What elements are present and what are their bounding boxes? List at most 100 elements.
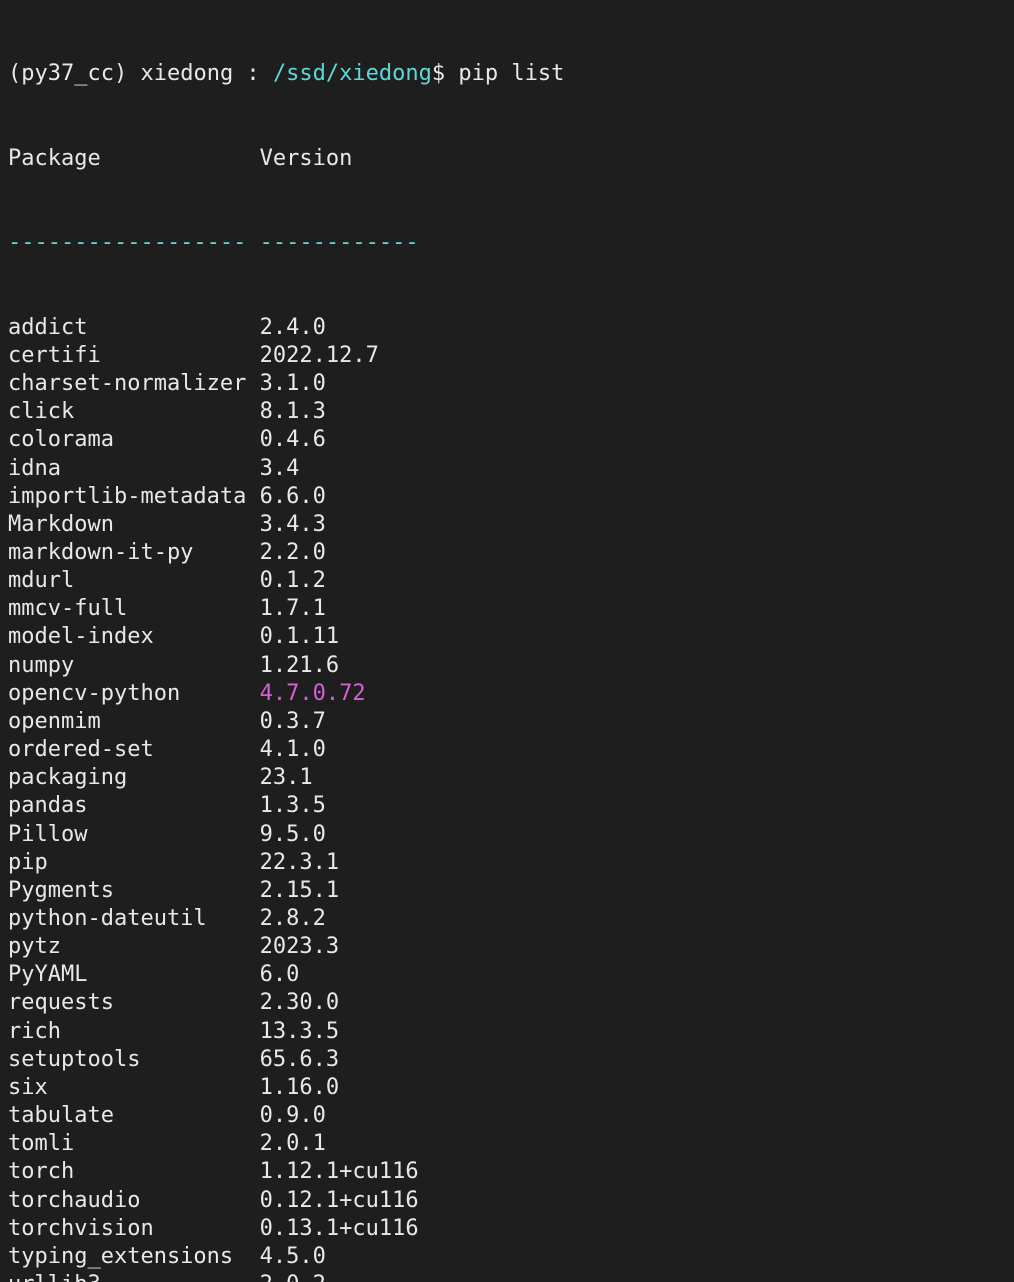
table-row: rich13.3.5 [8, 1018, 1006, 1046]
table-row: markdown-it-py2.2.0 [8, 539, 1006, 567]
package-name: importlib-metadata [8, 483, 260, 511]
package-name: torchvision [8, 1215, 260, 1243]
cwd-path: /ssd/xiedong [273, 61, 432, 86]
prompt-dollar: $ [432, 61, 445, 86]
package-name: mmcv-full [8, 595, 260, 623]
env-name: (py37_cc) [8, 61, 127, 86]
package-version: 0.9.0 [260, 1102, 326, 1130]
user-name: xiedong [140, 61, 233, 86]
package-version: 1.3.5 [260, 792, 326, 820]
package-version: 23.1 [260, 764, 313, 792]
package-name: packaging [8, 764, 260, 792]
package-name: certifi [8, 342, 260, 370]
package-name: Markdown [8, 511, 260, 539]
package-version: 6.0 [260, 961, 300, 989]
package-name: Pygments [8, 877, 260, 905]
table-row: Pillow9.5.0 [8, 821, 1006, 849]
table-row: torchvision0.13.1+cu116 [8, 1215, 1006, 1243]
header-package: Package [8, 145, 260, 173]
table-row: six1.16.0 [8, 1074, 1006, 1102]
table-row: torch1.12.1+cu116 [8, 1158, 1006, 1186]
table-row: numpy1.21.6 [8, 652, 1006, 680]
package-version: 9.5.0 [260, 821, 326, 849]
table-row: Pygments2.15.1 [8, 877, 1006, 905]
package-version: 8.1.3 [260, 398, 326, 426]
package-name: urllib3 [8, 1271, 260, 1282]
prompt-sep: : [233, 61, 273, 86]
package-version: 1.7.1 [260, 595, 326, 623]
package-version: 2.30.0 [260, 989, 339, 1017]
package-version: 0.12.1+cu116 [260, 1187, 419, 1215]
package-name: torch [8, 1158, 260, 1186]
package-version: 0.13.1+cu116 [260, 1215, 419, 1243]
package-name: colorama [8, 426, 260, 454]
table-header: PackageVersion [8, 145, 1006, 173]
table-row: charset-normalizer3.1.0 [8, 370, 1006, 398]
package-name: torchaudio [8, 1187, 260, 1215]
table-row: pandas1.3.5 [8, 792, 1006, 820]
rule-package: ------------------ [8, 229, 260, 257]
header-version: Version [260, 145, 353, 173]
package-name: mdurl [8, 567, 260, 595]
table-row: setuptools65.6.3 [8, 1046, 1006, 1074]
table-row: tomli2.0.1 [8, 1130, 1006, 1158]
rule-version: ------------ [260, 229, 419, 257]
package-version: 0.1.11 [260, 623, 339, 651]
table-rule: ------------------------------ [8, 229, 1006, 257]
table-row: mdurl0.1.2 [8, 567, 1006, 595]
table-row: ordered-set4.1.0 [8, 736, 1006, 764]
package-name: requests [8, 989, 260, 1017]
package-name: tabulate [8, 1102, 260, 1130]
table-row: importlib-metadata6.6.0 [8, 483, 1006, 511]
table-row: pip22.3.1 [8, 849, 1006, 877]
package-version: 2022.12.7 [260, 342, 379, 370]
package-name: typing_extensions [8, 1243, 260, 1271]
package-version: 1.12.1+cu116 [260, 1158, 419, 1186]
table-row: urllib32.0.2 [8, 1271, 1006, 1282]
table-row: python-dateutil2.8.2 [8, 905, 1006, 933]
package-name: charset-normalizer [8, 370, 260, 398]
package-name: six [8, 1074, 260, 1102]
package-version: 1.16.0 [260, 1074, 339, 1102]
package-version: 2.2.0 [260, 539, 326, 567]
table-row: openmim0.3.7 [8, 708, 1006, 736]
table-row: idna3.4 [8, 455, 1006, 483]
package-version: 22.3.1 [260, 849, 339, 877]
package-name: markdown-it-py [8, 539, 260, 567]
package-version: 4.5.0 [260, 1243, 326, 1271]
package-name: rich [8, 1018, 260, 1046]
table-row: click8.1.3 [8, 398, 1006, 426]
package-name: addict [8, 314, 260, 342]
table-row: torchaudio0.12.1+cu116 [8, 1187, 1006, 1215]
table-row: tabulate0.9.0 [8, 1102, 1006, 1130]
terminal[interactable]: (py37_cc) xiedong : /ssd/xiedong$ pip li… [0, 0, 1014, 1282]
package-version: 1.21.6 [260, 652, 339, 680]
package-name: openmim [8, 708, 260, 736]
table-row: colorama0.4.6 [8, 426, 1006, 454]
package-name: numpy [8, 652, 260, 680]
package-version: 2.4.0 [260, 314, 326, 342]
package-version: 65.6.3 [260, 1046, 339, 1074]
prompt-line: (py37_cc) xiedong : /ssd/xiedong$ pip li… [8, 60, 1006, 88]
package-version: 2.8.2 [260, 905, 326, 933]
package-name: click [8, 398, 260, 426]
package-version: 2.0.1 [260, 1130, 326, 1158]
package-name: ordered-set [8, 736, 260, 764]
package-version: 4.1.0 [260, 736, 326, 764]
package-version: 2.15.1 [260, 877, 339, 905]
table-row: packaging23.1 [8, 764, 1006, 792]
package-version: 0.4.6 [260, 426, 326, 454]
package-version: 2023.3 [260, 933, 339, 961]
table-row: requests2.30.0 [8, 989, 1006, 1017]
package-version: 3.1.0 [260, 370, 326, 398]
package-name: pytz [8, 933, 260, 961]
package-rows: addict2.4.0certifi2022.12.7charset-norma… [8, 314, 1006, 1282]
package-name: tomli [8, 1130, 260, 1158]
package-version: 13.3.5 [260, 1018, 339, 1046]
command-text: pip list [458, 61, 564, 86]
table-row: addict2.4.0 [8, 314, 1006, 342]
table-row: typing_extensions4.5.0 [8, 1243, 1006, 1271]
package-version: 3.4 [260, 455, 300, 483]
package-name: model-index [8, 623, 260, 651]
package-name: PyYAML [8, 961, 260, 989]
